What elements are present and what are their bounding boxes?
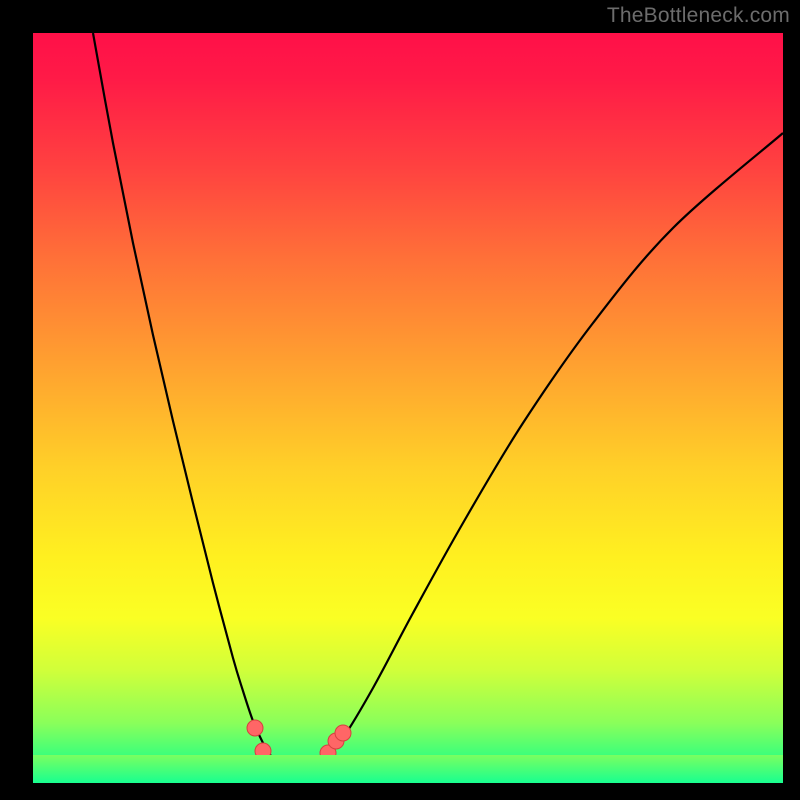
green-band: [33, 755, 783, 783]
data-pellet: [335, 725, 351, 741]
data-pellet: [247, 720, 263, 736]
chart-canvas: [33, 33, 783, 783]
bottleneck-curve: [93, 33, 783, 773]
plot-area: [33, 33, 783, 783]
outer-frame: TheBottleneck.com: [0, 0, 800, 800]
watermark-text: TheBottleneck.com: [607, 4, 790, 28]
